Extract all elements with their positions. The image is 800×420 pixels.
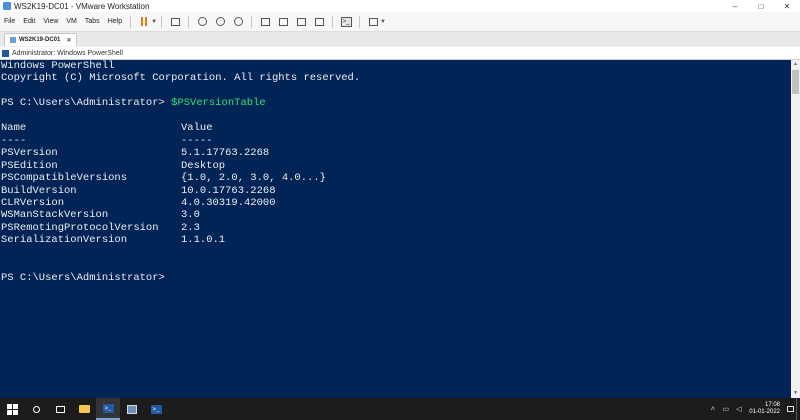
maximize-button[interactable]: □ [748, 0, 774, 12]
toolbar-separator [332, 15, 334, 28]
menu-tabs[interactable]: Tabs [81, 18, 104, 25]
menu-help[interactable]: Help [104, 18, 126, 25]
toolbar-separator [130, 15, 132, 28]
menu-file[interactable]: File [0, 18, 19, 25]
table-row-value: 1.1.0.1 [181, 234, 226, 247]
clock-date: 01-01-2022 [749, 409, 780, 415]
clock-time: 17:08 [764, 402, 780, 408]
unity-icon[interactable] [313, 16, 325, 28]
table-row-value: 4.0.30319.42000 [181, 196, 276, 209]
console-header-line: Windows PowerShell [1, 60, 115, 72]
table-row-value: 3.0 [181, 209, 200, 222]
prompt-text: PS C:\Users\Administrator> [1, 97, 172, 110]
vm-tab[interactable]: WS2K19-DC01 ✕ [4, 33, 78, 46]
table-row-name: BuildVersion [1, 184, 77, 197]
folder-icon [78, 405, 90, 413]
table-row-value: Desktop [181, 159, 226, 172]
close-tab-icon[interactable]: ✕ [66, 37, 71, 44]
file-explorer-button[interactable] [72, 398, 96, 420]
table-row-name: SerializationVersion [1, 234, 128, 247]
table-row-value: {1.0, 2.0, 3.0, 4.0...} [181, 172, 326, 185]
task-view-icon [55, 405, 65, 413]
server-manager-icon [127, 404, 137, 414]
table-header-name: Name [1, 122, 27, 135]
scroll-thumb[interactable] [792, 70, 799, 94]
volume-icon[interactable]: ◁ [734, 405, 743, 414]
pause-vm-icon[interactable] [138, 16, 150, 28]
send-ctrl-alt-del-icon[interactable] [169, 16, 181, 28]
close-button[interactable]: ✕ [774, 0, 800, 12]
powershell-pinned-icon: >_ [150, 404, 162, 414]
table-header-value: Value [181, 122, 213, 135]
windows-logo-icon [6, 403, 18, 415]
powershell-title-bar: Administrator: Windows PowerShell [0, 47, 800, 60]
server-manager-button[interactable] [120, 398, 144, 420]
table-row-name: PSVersion [1, 147, 58, 160]
stretch-dropdown-icon[interactable]: ▼ [380, 19, 386, 25]
network-icon[interactable]: ▭ [721, 405, 730, 414]
start-button[interactable] [0, 398, 24, 420]
table-row-name: CLRVersion [1, 196, 65, 209]
console-final-prompt: PS C:\Users\Administrator> [1, 271, 165, 284]
show-desktop-button[interactable] [796, 398, 800, 420]
table-row-value: 5.1.17763.2268 [181, 147, 270, 160]
powershell-taskbar-button[interactable]: >_ [96, 398, 120, 420]
snapshot-manager-icon[interactable] [232, 16, 244, 28]
menu-view[interactable]: View [39, 18, 62, 25]
show-library-icon[interactable] [259, 16, 271, 28]
clock[interactable]: 17:08 01-01-2022 [749, 402, 780, 416]
table-row-name: PSRemotingProtocolVersion [1, 221, 159, 234]
scroll-up-icon[interactable]: ▲ [791, 60, 800, 69]
search-icon [32, 405, 40, 413]
stretch-guest-icon[interactable] [367, 16, 379, 28]
toolbar-separator [359, 15, 361, 28]
full-screen-icon[interactable] [295, 16, 307, 28]
menu-edit[interactable]: Edit [19, 18, 39, 25]
minimize-button[interactable]: – [722, 0, 748, 12]
toolbar-separator [188, 15, 190, 28]
toolbar-separator [251, 15, 253, 28]
system-tray: ˄ ▭ ◁ 17:08 01-01-2022 [706, 398, 800, 420]
vmware-menu-bar: File Edit View VM Tabs Help ▼ >_ ▼ [0, 12, 800, 32]
search-button[interactable] [24, 398, 48, 420]
console-prompt-line: PS C:\Users\Administrator> $PSVersionTab… [1, 97, 266, 109]
snapshot-icon[interactable] [196, 16, 208, 28]
vm-tab-strip: WS2K19-DC01 ✕ [0, 32, 800, 46]
toolbar-separator [161, 15, 163, 28]
chevron-up-icon[interactable]: ˄ [708, 405, 717, 414]
table-separator-value: ----- [181, 134, 213, 147]
taskbar: >_ >_ ˄ ▭ ◁ 17:08 01-01-2022 [0, 398, 800, 420]
powershell-pinned-button[interactable]: >_ [144, 398, 168, 420]
console-scrollbar[interactable]: ▲ ▼ [791, 60, 800, 398]
table-row-value: 10.0.17763.2268 [181, 184, 276, 197]
vmware-title-bar: WS2K19-DC01 - VMware Workstation – □ ✕ [0, 0, 800, 12]
menu-vm[interactable]: VM [62, 18, 81, 25]
revert-snapshot-icon[interactable] [214, 16, 226, 28]
powershell-console[interactable]: Windows PowerShell Copyright (C) Microso… [0, 60, 800, 398]
task-view-button[interactable] [48, 398, 72, 420]
notifications-button[interactable] [784, 398, 796, 420]
table-row-name: PSCompatibleVersions [1, 172, 128, 185]
powershell-icon [2, 49, 9, 57]
vmware-app-icon [3, 2, 11, 10]
scroll-down-icon[interactable]: ▼ [791, 389, 800, 398]
notifications-icon [786, 406, 794, 412]
table-separator-name: ---- [1, 134, 27, 147]
table-row-value: 2.3 [181, 221, 200, 234]
power-dropdown-icon[interactable]: ▼ [151, 19, 157, 25]
powershell-window-title: Administrator: Windows PowerShell [12, 49, 123, 57]
console-view-icon[interactable]: >_ [340, 16, 352, 28]
vm-tab-label: WS2K19-DC01 [19, 37, 61, 43]
table-row-name: PSEdition [1, 159, 58, 172]
show-thumbnail-icon[interactable] [277, 16, 289, 28]
vm-icon [10, 37, 16, 43]
command-text: $PSVersionTable [171, 97, 266, 110]
powershell-taskbar-icon: >_ [102, 403, 114, 413]
window-title: WS2K19-DC01 - VMware Workstation [14, 1, 150, 11]
console-copyright-line: Copyright (C) Microsoft Corporation. All… [1, 72, 361, 85]
table-row-name: WSManStackVersion [1, 209, 109, 222]
